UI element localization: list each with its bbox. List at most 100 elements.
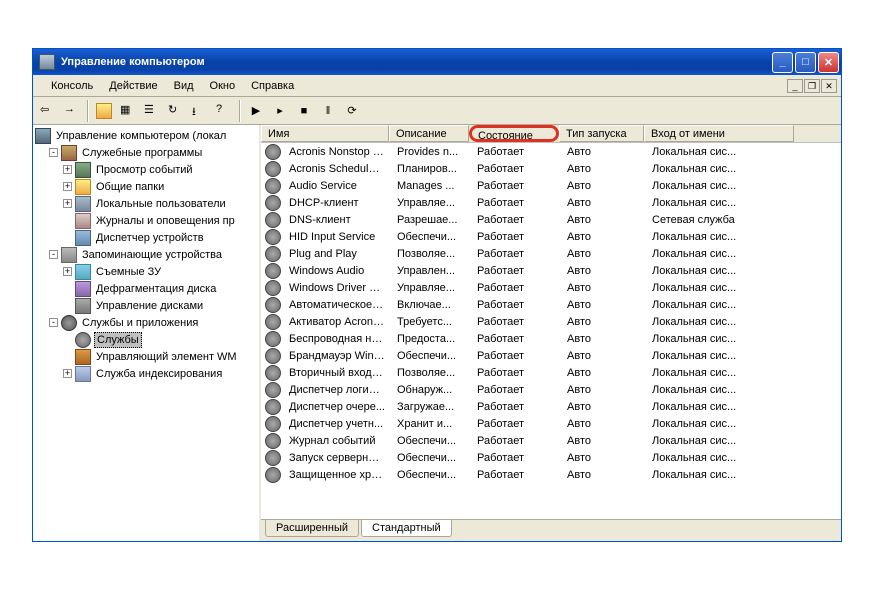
tree-item-event-viewer[interactable]: +Просмотр событий: [35, 161, 257, 178]
tree-group-storage[interactable]: - Запоминающие устройства: [35, 246, 257, 263]
expand-icon[interactable]: +: [63, 267, 72, 276]
child-restore-button[interactable]: ❐: [804, 79, 820, 93]
list-body[interactable]: Acronis Nonstop Ba...Provides n...Работа…: [261, 143, 841, 519]
expand-icon[interactable]: +: [63, 165, 72, 174]
tree-group-system-tools[interactable]: - Служебные программы: [35, 144, 257, 161]
table-row[interactable]: Audio ServiceManages ...РаботаетАвтоЛока…: [261, 177, 841, 194]
tree-item-defrag[interactable]: Дефрагментация диска: [35, 280, 257, 297]
expand-icon[interactable]: +: [63, 182, 72, 191]
disk-icon: [75, 298, 91, 314]
service-icon: [265, 144, 281, 160]
tab-standard[interactable]: Стандартный: [361, 520, 452, 537]
separator: [87, 100, 89, 122]
table-row[interactable]: Windows AudioУправлен...РаботаетАвтоЛока…: [261, 262, 841, 279]
table-row[interactable]: Активатор Acronis...Требуетс...РаботаетА…: [261, 313, 841, 330]
cell-state: Работает: [471, 400, 561, 414]
table-row[interactable]: HID Input ServiceОбеспечи...РаботаетАвто…: [261, 228, 841, 245]
menu-view[interactable]: Вид: [166, 78, 202, 94]
tree-item-removable[interactable]: +Съемные ЗУ: [35, 263, 257, 280]
cell-name: Windows Audio: [283, 264, 391, 278]
table-row[interactable]: Автоматическое о...Включае...РаботаетАвт…: [261, 296, 841, 313]
table-row[interactable]: Защищенное хран...Обеспечи...РаботаетАвт…: [261, 466, 841, 483]
table-row[interactable]: Plug and PlayПозволяе...РаботаетАвтоЛока…: [261, 245, 841, 262]
stop-icon: ■: [301, 105, 308, 117]
menu-window[interactable]: Окно: [202, 78, 244, 94]
close-button[interactable]: ✕: [818, 52, 839, 73]
forward-button[interactable]: →: [61, 100, 83, 122]
table-row[interactable]: Журнал событийОбеспечи...РаботаетАвтоЛок…: [261, 432, 841, 449]
toolbar: ⇦ → ▦ ☰ ↻ ⭳ ? ▶ ▸ ■ ‖ ⟳: [33, 97, 841, 125]
pause-button[interactable]: ‖: [317, 100, 339, 122]
tree-item-perf-logs[interactable]: Журналы и оповещения пр: [35, 212, 257, 229]
next-button[interactable]: ▸: [269, 100, 291, 122]
table-row[interactable]: Беспроводная нас...Предоста...РаботаетАв…: [261, 330, 841, 347]
tree-item-indexing[interactable]: +Служба индексирования: [35, 365, 257, 382]
column-description[interactable]: Описание: [389, 125, 469, 142]
window-title: Управление компьютером: [61, 56, 770, 68]
tree-item-local-users[interactable]: +Локальные пользователи: [35, 195, 257, 212]
help-button[interactable]: ?: [213, 100, 235, 122]
maximize-button[interactable]: □: [795, 52, 816, 73]
cell-name: Автоматическое о...: [283, 298, 391, 312]
service-icon: [265, 399, 281, 415]
export-button[interactable]: ⭳: [189, 100, 211, 122]
refresh-button[interactable]: ↻: [165, 100, 187, 122]
table-row[interactable]: Брандмауэр Windo...Обеспечи...РаботаетАв…: [261, 347, 841, 364]
start-button[interactable]: ▶: [245, 100, 267, 122]
expand-icon[interactable]: +: [63, 199, 72, 208]
minimize-button[interactable]: _: [772, 52, 793, 73]
cell-name: Диспетчер очере...: [283, 400, 391, 414]
table-row[interactable]: Acronis Scheduler2...Планиров...Работает…: [261, 160, 841, 177]
expand-icon[interactable]: +: [63, 369, 72, 378]
menu-action[interactable]: Действие: [101, 78, 165, 94]
tree-group-services-apps[interactable]: - Службы и приложения: [35, 314, 257, 331]
table-row[interactable]: Вторичный вход в...Позволяе...РаботаетАв…: [261, 364, 841, 381]
service-icon: [265, 331, 281, 347]
column-state[interactable]: Состояние: [469, 125, 559, 142]
menu-help[interactable]: Справка: [243, 78, 302, 94]
tree-item-disk-mgmt[interactable]: Управление дисками: [35, 297, 257, 314]
cell-name: Windows Driver Fo...: [283, 281, 391, 295]
tree-item-shared-folders[interactable]: +Общие папки: [35, 178, 257, 195]
cell-logon: Локальная сис...: [646, 451, 796, 465]
service-icon: [265, 195, 281, 211]
arrow-right-icon: →: [64, 103, 80, 119]
table-row[interactable]: Acronis Nonstop Ba...Provides n...Работа…: [261, 143, 841, 160]
properties-button[interactable]: ☰: [141, 100, 163, 122]
tree-root[interactable]: Управление компьютером (локал: [35, 127, 257, 144]
tree-item-wmi[interactable]: Управляющий элемент WM: [35, 348, 257, 365]
collapse-icon[interactable]: -: [49, 318, 58, 327]
tree-pane[interactable]: Управление компьютером (локал - Служебны…: [33, 125, 261, 541]
back-button[interactable]: ⇦: [37, 100, 59, 122]
cell-logon: Локальная сис...: [646, 162, 796, 176]
menu-console[interactable]: Консоль: [43, 78, 101, 94]
table-row[interactable]: Диспетчер учетн...Хранит и...РаботаетАвт…: [261, 415, 841, 432]
column-name[interactable]: Имя: [261, 125, 389, 142]
collapse-icon[interactable]: -: [49, 250, 58, 259]
tree-item-services[interactable]: Службы: [35, 331, 257, 348]
table-row[interactable]: Запуск серверных...Обеспечи...РаботаетАв…: [261, 449, 841, 466]
cell-description: Позволяе...: [391, 366, 471, 380]
column-startup[interactable]: Тип запуска: [559, 125, 644, 142]
up-button[interactable]: [93, 100, 115, 122]
show-hide-button[interactable]: ▦: [117, 100, 139, 122]
restart-icon: ⟳: [347, 104, 356, 117]
tab-extended[interactable]: Расширенный: [265, 520, 359, 537]
table-row[interactable]: Диспетчер логиче...Обнаруж...РаботаетАвт…: [261, 381, 841, 398]
service-icon: [265, 467, 281, 483]
collapse-icon[interactable]: -: [49, 148, 58, 157]
cell-description: Manages ...: [391, 179, 471, 193]
cell-state: Работает: [471, 179, 561, 193]
table-row[interactable]: DNS-клиентРазрешае...РаботаетАвтоСетевая…: [261, 211, 841, 228]
stop-button[interactable]: ■: [293, 100, 315, 122]
table-row[interactable]: Диспетчер очере...Загружае...РаботаетАвт…: [261, 398, 841, 415]
child-close-button[interactable]: ✕: [821, 79, 837, 93]
cell-description: Хранит и...: [391, 417, 471, 431]
restart-button[interactable]: ⟳: [341, 100, 363, 122]
table-row[interactable]: DHCP-клиентУправляе...РаботаетАвтоЛокаль…: [261, 194, 841, 211]
table-row[interactable]: Windows Driver Fo...Управляе...РаботаетА…: [261, 279, 841, 296]
title-bar[interactable]: Управление компьютером _ □ ✕: [33, 49, 841, 75]
tree-item-device-manager[interactable]: Диспетчер устройств: [35, 229, 257, 246]
column-logon[interactable]: Вход от имени: [644, 125, 794, 142]
child-minimize-button[interactable]: _: [787, 79, 803, 93]
